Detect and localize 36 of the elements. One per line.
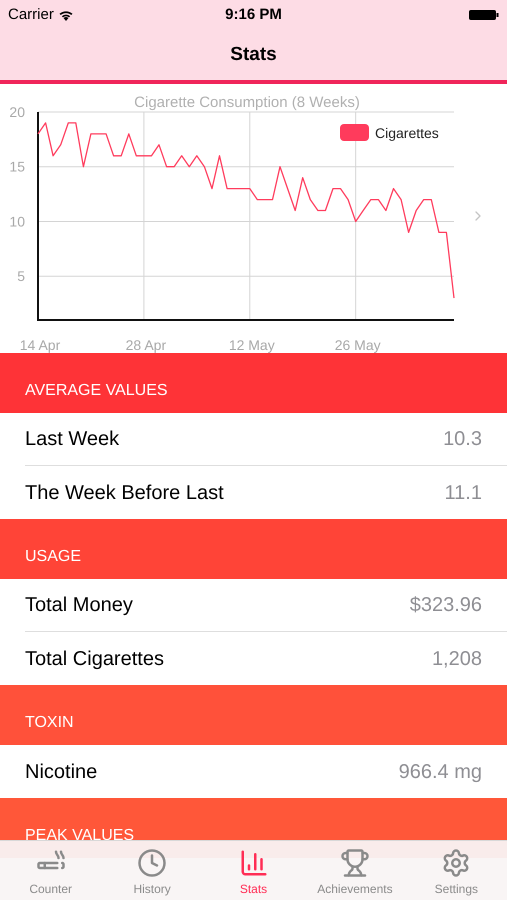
x-tick-label: 26 May xyxy=(334,337,381,353)
settings-icon xyxy=(441,848,472,878)
row-value: 1,208 xyxy=(432,646,482,672)
clock-icon xyxy=(137,848,168,878)
y-tick-label: 5 xyxy=(17,268,25,284)
wifi-icon xyxy=(58,9,74,21)
y-tick-label: 10 xyxy=(9,213,25,230)
x-tick-label: 28 Apr xyxy=(126,337,166,353)
x-tick-label: 14 Apr xyxy=(20,337,60,353)
y-tick-label: 20 xyxy=(9,104,25,120)
nav-title: Stats xyxy=(230,42,277,67)
row-label: Total Money xyxy=(25,593,134,618)
section-title: AVERAGE VALUES xyxy=(25,381,168,401)
legend-label: Cigarettes xyxy=(375,125,439,141)
tab-item[interactable]: Settings xyxy=(406,841,507,900)
tab-item[interactable]: Stats xyxy=(202,841,304,900)
chart-title: Cigarette Consumption (8 Weeks) xyxy=(134,94,360,111)
battery-icon xyxy=(469,9,499,21)
status-time: 9:16 PM xyxy=(224,4,283,25)
carrier-label: Carrier xyxy=(8,4,54,25)
bar-chart-icon xyxy=(238,848,269,878)
section-title: USAGE xyxy=(25,547,82,567)
row-value: 966.4 mg xyxy=(398,760,482,784)
row-label: Last Week xyxy=(25,427,120,452)
y-tick-label: 15 xyxy=(9,158,25,175)
row-value: $323.96 xyxy=(410,593,482,618)
row-value: 11.1 xyxy=(444,480,482,506)
x-tick-label: 12 May xyxy=(228,337,275,353)
legend-swatch xyxy=(340,124,369,141)
tab-item[interactable]: Achievements xyxy=(304,841,406,900)
row-value: 10.3 xyxy=(443,427,482,452)
trophy-icon xyxy=(340,848,370,878)
row-label: Nicotine xyxy=(25,760,98,784)
row-label: The Week Before Last xyxy=(25,480,225,506)
row-label: Total Cigarettes xyxy=(25,646,165,672)
section-title: TOXIN xyxy=(25,713,74,733)
